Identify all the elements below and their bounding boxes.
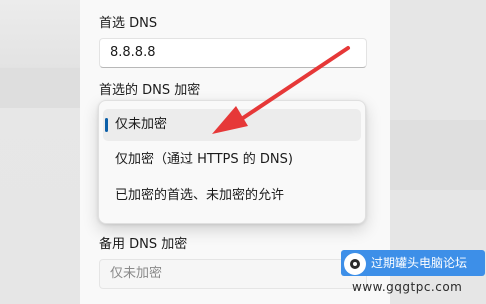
arrow-shaft [238, 46, 350, 122]
watermark-badge: 过期罐头电脑论坛 [341, 250, 485, 276]
watermark-logo: 过期罐头电脑论坛 www.gqgtpc.com [340, 248, 486, 300]
logo-ring [350, 259, 360, 269]
watermark-title: 过期罐头电脑论坛 [371, 256, 468, 270]
logo-icon [344, 253, 366, 275]
watermark-url: www.gqgtpc.com [352, 280, 463, 294]
arrow-head [212, 106, 248, 134]
